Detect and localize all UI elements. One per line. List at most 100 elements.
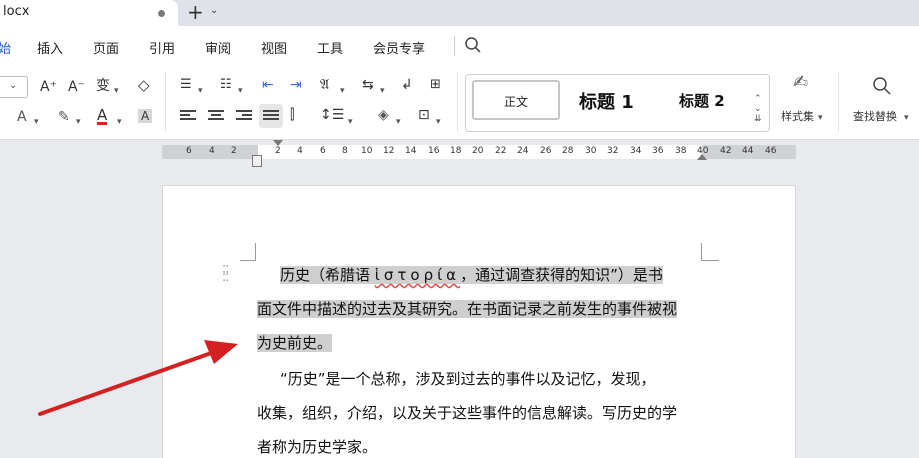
menu-reference[interactable]: 引用 <box>149 38 175 57</box>
right-indent-marker[interactable] <box>697 154 707 160</box>
chevron-down-icon[interactable]: ▾ <box>117 115 122 129</box>
chevron-down-icon[interactable]: ▾ <box>198 84 203 98</box>
ruler-tick: 16 <box>428 146 440 156</box>
unsaved-dot-icon[interactable] <box>158 10 165 17</box>
tab-list-chevron-icon[interactable]: ⌄ <box>210 5 218 16</box>
document-tab-label: locx <box>3 4 30 19</box>
menu-bar: 始 插入 页面 引用 审阅 视图 工具 会员专享 <box>0 26 919 66</box>
chevron-down-icon[interactable]: ▾ <box>348 115 353 129</box>
clear-format-eraser-icon[interactable]: ◇ <box>138 78 150 93</box>
ruler-tick: 36 <box>652 146 664 156</box>
menu-review[interactable]: 审阅 <box>205 38 231 57</box>
style-set-brush-icon[interactable]: ✍ <box>793 74 808 92</box>
ruler-tick: 14 <box>405 146 417 156</box>
chevron-down-icon[interactable]: ▾ <box>818 111 823 125</box>
style-normal-label: 正文 <box>503 95 528 109</box>
chevron-down-icon[interactable]: ▾ <box>76 115 81 129</box>
ruler-tick: 10 <box>361 146 373 156</box>
align-center-icon[interactable] <box>208 110 224 122</box>
style-heading1-button[interactable]: 标题 1 <box>579 88 634 114</box>
ruler-tick: 6 <box>320 146 326 156</box>
paragraph-1-line-1[interactable]: 历史（希腊语 ἱστορία，通过调查获得的知识”）是书 <box>280 262 663 288</box>
new-tab-plus-icon[interactable]: + <box>187 1 204 23</box>
ruler-tick: 6 <box>186 146 192 156</box>
style-heading2-button[interactable]: 标题 2 <box>679 90 725 111</box>
menu-membership[interactable]: 会员专享 <box>373 38 425 57</box>
paragraph-1-line-2[interactable]: 面文件中描述的过去及其研究。在书面记录之前发生的事件被视 <box>257 296 678 322</box>
shrink-font-button[interactable]: A⁻ <box>68 80 85 94</box>
chevron-down-icon[interactable]: ▾ <box>380 84 385 98</box>
selected-text: 历史（希腊语 <box>280 266 375 284</box>
document-tab[interactable]: locx <box>0 0 178 26</box>
selected-text: 为史前史。 <box>257 334 333 352</box>
ruler-tick: 12 <box>383 146 395 156</box>
menu-separator <box>454 36 455 56</box>
style-set-button[interactable]: 样式集 <box>781 110 814 124</box>
first-line-indent-marker[interactable] <box>273 140 283 146</box>
greek-word-spellcheck: ἱστορία <box>374 266 461 284</box>
menu-start[interactable]: 始 <box>0 38 11 57</box>
margin-corner-mark <box>701 260 719 261</box>
paragraph-2-line-3[interactable]: 者称为历史学家。 <box>257 434 377 458</box>
ruler-tick: 4 <box>297 146 303 156</box>
numbered-list-icon[interactable]: ☷ <box>220 78 232 92</box>
decrease-indent-icon[interactable]: ⇤ <box>262 78 274 92</box>
ruler-tick: 22 <box>495 146 507 156</box>
ruler-tick: 44 <box>742 146 754 156</box>
chevron-down-icon[interactable]: ▾ <box>436 115 441 129</box>
margin-corner-mark <box>240 260 256 261</box>
search-icon[interactable] <box>464 36 482 54</box>
char-shading-button[interactable]: A <box>138 109 153 123</box>
text-effect-icon[interactable]: A <box>17 110 27 124</box>
styles-scroll-icon[interactable]: ⌃ ⌄ ⇊ <box>754 94 762 124</box>
phonetic-guide-button[interactable]: 变 <box>96 79 110 93</box>
distributed-align-icon[interactable]: ⫿ <box>290 108 294 122</box>
ruler-tick: 28 <box>562 146 574 156</box>
paragraph-2-line-1[interactable]: “历史”是一个总称，涉及到过去的事件以及记忆，发现， <box>280 366 656 392</box>
justify-button[interactable] <box>259 104 283 128</box>
chevron-down-icon[interactable]: ▾ <box>340 84 345 98</box>
ruler-tick: 42 <box>720 146 732 156</box>
sort-icon[interactable]: ⇆ <box>362 78 374 92</box>
grow-font-button[interactable]: A⁺ <box>40 80 57 94</box>
increase-indent-icon[interactable]: ⇥ <box>290 78 302 92</box>
paragraph-1-line-3[interactable]: 为史前史。 <box>257 330 333 356</box>
line-spacing-icon[interactable]: ↕☰ <box>320 108 344 122</box>
borders-icon[interactable]: ⊡ <box>418 108 430 122</box>
chevron-down-icon[interactable]: ▾ <box>34 115 39 129</box>
paragraph-shading-icon[interactable]: ◈ <box>378 108 389 122</box>
justify-icon <box>263 110 279 122</box>
menu-insert[interactable]: 插入 <box>37 38 63 57</box>
chevron-down-icon[interactable]: ▾ <box>904 111 909 125</box>
show-marks-icon[interactable]: ↲ <box>401 78 413 92</box>
align-left-icon[interactable] <box>180 110 196 122</box>
menu-page[interactable]: 页面 <box>93 38 119 57</box>
ruler-tick: 20 <box>472 146 484 156</box>
ribbon-separator <box>165 72 166 132</box>
bullet-list-icon[interactable]: ☰ <box>180 78 192 92</box>
margin-corner-mark <box>255 243 256 260</box>
ruler-tick: 38 <box>675 146 687 156</box>
text-direction-icon[interactable]: 𝔄 <box>320 78 329 92</box>
align-right-icon[interactable] <box>236 110 252 122</box>
ruler-tick: 34 <box>630 146 642 156</box>
character-spacing-icon[interactable]: ⊞ <box>430 78 441 92</box>
menu-tools[interactable]: 工具 <box>317 38 343 57</box>
left-indent-marker[interactable] <box>252 155 262 167</box>
highlight-pen-icon[interactable]: ✎ <box>58 110 70 124</box>
ruler-tick: 18 <box>450 146 462 156</box>
font-size-select[interactable]: ⌄ <box>0 76 28 98</box>
paragraph-drag-handle-icon[interactable]: ⁚⁚ ⁚⁚ <box>222 265 232 284</box>
style-normal-button[interactable]: 正文 <box>472 80 560 120</box>
paragraph-2-line-2[interactable]: 收集，组织，介绍，以及关于这些事件的信息解读。写历史的学 <box>257 400 677 426</box>
margin-corner-mark <box>701 243 702 260</box>
chevron-down-icon[interactable]: ▾ <box>396 115 401 129</box>
font-color-button[interactable]: A <box>97 108 108 125</box>
find-replace-button[interactable]: 查找替换 <box>853 110 897 124</box>
chevron-down-icon[interactable]: ▾ <box>114 84 119 98</box>
chevron-down-icon[interactable]: ▾ <box>238 84 243 98</box>
ruler-tick: 30 <box>585 146 597 156</box>
ruler-tick: 24 <box>517 146 529 156</box>
find-replace-search-icon[interactable] <box>872 76 892 96</box>
menu-view[interactable]: 视图 <box>261 38 287 57</box>
